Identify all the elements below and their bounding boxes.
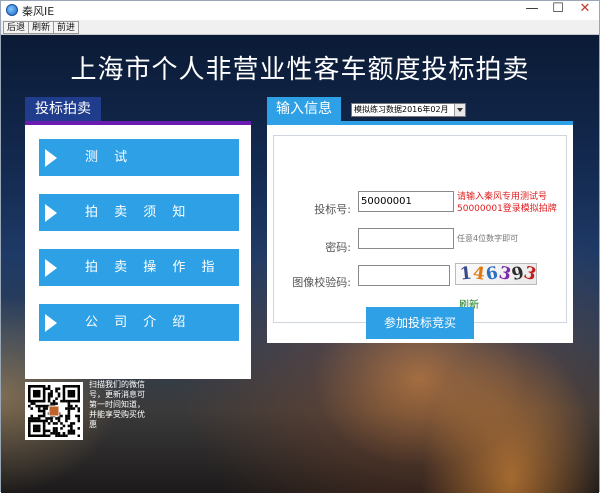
play-arrow-icon: [45, 259, 57, 277]
forward-button[interactable]: 前进: [53, 21, 80, 34]
captcha-char: 3: [521, 263, 537, 285]
close-button[interactable]: ✕: [571, 1, 599, 19]
play-arrow-icon: [45, 314, 57, 332]
password-label: 密码:: [325, 241, 351, 254]
chevron-down-icon[interactable]: [454, 104, 465, 116]
captcha-label: 图像校验码:: [292, 276, 351, 289]
join-bidding-button[interactable]: 参加投标竞买: [366, 307, 474, 339]
company-intro-button[interactable]: 公 司 介 绍: [39, 304, 239, 341]
window-title: 秦风IE: [22, 5, 55, 18]
title-bar: 秦风IE — ☐ ✕: [1, 1, 599, 20]
auction-notice-button[interactable]: 拍 卖 须 知: [39, 194, 239, 231]
qr-logo-icon: [48, 405, 60, 417]
password-input[interactable]: [358, 228, 454, 249]
browser-toolbar: 后退 刷新 前进: [1, 20, 599, 35]
maximize-button[interactable]: ☐: [545, 1, 571, 19]
minimize-button[interactable]: —: [519, 1, 545, 19]
captcha-image[interactable]: 1 4 6 3 9 3: [455, 263, 537, 285]
qr-caption: 扫描我们的微信号，更新消息可第一时间知道，并能享受购买优惠: [89, 380, 145, 429]
input-section-header: 输入信息: [267, 97, 341, 121]
page-content: 上海市个人非营业性客车额度投标拍卖 投标拍卖 测 试 拍 卖 须 知 拍 卖 操…: [1, 35, 599, 493]
back-button[interactable]: 后退: [3, 21, 30, 34]
play-arrow-icon: [45, 204, 57, 222]
bid-number-hint-line2: 50000001登录模拟拍牌: [457, 204, 557, 214]
bid-number-hint-line1: 请输入秦风专用测试号: [457, 192, 548, 202]
play-arrow-icon: [45, 149, 57, 167]
page-title: 上海市个人非营业性客车额度投标拍卖: [70, 55, 530, 85]
wechat-qr-code: [25, 382, 83, 440]
login-form-panel: 投标号: 50000001 请输入秦风专用测试号 50000001登录模拟拍牌 …: [267, 125, 573, 343]
operation-guide-button[interactable]: 拍 卖 操 作 指 南: [39, 249, 239, 312]
test-button[interactable]: 测 试: [39, 139, 239, 176]
app-window: 秦风IE — ☐ ✕ 后退 刷新 前进 上海市个人非营业性客车额度投标拍卖 投标…: [0, 0, 600, 493]
qr-code-image: [28, 385, 81, 438]
password-hint: 任意4位数字即可: [457, 234, 519, 243]
auction-section-header: 投标拍卖: [25, 97, 101, 121]
menu-button-label: 测 试: [85, 150, 134, 165]
practice-data-select-value: 模拟练习数据2016年02月: [354, 105, 449, 114]
menu-button-label: 拍 卖 须 知: [85, 205, 192, 220]
menu-button-label: 公 司 介 绍: [85, 315, 192, 330]
browser-globe-icon: [6, 4, 18, 16]
refresh-button[interactable]: 刷新: [28, 21, 55, 34]
background-glow-bottom: [421, 335, 599, 493]
practice-data-select[interactable]: 模拟练习数据2016年02月: [351, 103, 466, 117]
bid-number-label: 投标号:: [314, 203, 351, 216]
captcha-input[interactable]: [358, 265, 450, 286]
bid-number-hint: 请输入秦风专用测试号 50000001登录模拟拍牌: [457, 191, 567, 215]
bid-number-input[interactable]: 50000001: [358, 191, 454, 212]
auction-menu-panel: 测 试 拍 卖 须 知 拍 卖 操 作 指 南 公 司 介 绍: [25, 125, 251, 379]
